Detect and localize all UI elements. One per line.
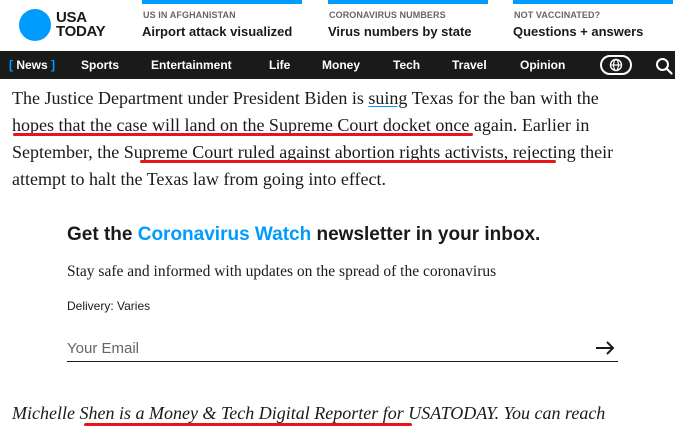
annotation-underline	[140, 160, 556, 163]
highlighted-phrase: Shen is a Money & Tech Digital Reporter	[79, 403, 379, 423]
promo-accent-bar	[513, 0, 673, 4]
newsletter-delivery: Delivery: Varies	[67, 299, 151, 313]
newsletter-submit-button[interactable]	[594, 339, 616, 357]
article-text: Texas for the ban with the	[407, 88, 599, 108]
promo-accent-bar	[142, 0, 302, 4]
logo-circle-icon	[19, 9, 51, 41]
link-suing[interactable]: suing	[368, 88, 407, 108]
newsletter-title-text: Get the	[67, 224, 138, 245]
nav-active-bracket: [	[9, 58, 13, 72]
site-header: USA TODAY US IN AFGHANISTAN Airport atta…	[0, 0, 675, 51]
link-ruled[interactable]: ruled	[238, 142, 275, 162]
promo-title: Airport attack visualized	[142, 24, 293, 39]
nav-item-life[interactable]: Life	[269, 58, 290, 72]
newsletter-title-text: newsletter in your inbox.	[311, 224, 541, 245]
more-sections-button[interactable]	[600, 55, 632, 75]
email-field[interactable]	[67, 336, 618, 362]
nav-item-money[interactable]: Money	[322, 58, 360, 72]
nav-item-label: News	[16, 58, 48, 72]
promo-afghanistan[interactable]: US IN AFGHANISTAN Airport attack visuali…	[142, 0, 302, 51]
nav-item-entertainment[interactable]: Entertainment	[151, 58, 232, 72]
annotation-underline	[13, 133, 473, 136]
newsletter-name: Coronavirus Watch	[137, 224, 312, 245]
promo-coronavirus-numbers[interactable]: CORONAVIRUS NUMBERS Virus numbers by sta…	[328, 0, 488, 51]
promo-title: Questions + answers	[513, 24, 644, 39]
search-button[interactable]	[655, 57, 673, 75]
highlighted-phrase: hopes that the case will land on the Sup…	[12, 115, 431, 135]
nav-item-tech[interactable]: Tech	[393, 58, 420, 72]
author-text: for USATODAY. You can reach	[378, 403, 606, 423]
author-text: Michelle	[12, 403, 80, 423]
article-paragraph: The Justice Department under President B…	[12, 85, 667, 193]
promo-not-vaccinated[interactable]: NOT VACCINATED? Questions + answers	[513, 0, 673, 51]
search-icon	[656, 58, 673, 75]
highlighted-phrase: Supreme Court	[123, 142, 238, 162]
nav-item-travel[interactable]: Travel	[452, 58, 487, 72]
nav-item-sports[interactable]: Sports	[81, 58, 119, 72]
nav-active-bracket: ]	[51, 58, 56, 72]
nav-item-news[interactable]: [ News ]	[9, 58, 55, 72]
main-nav: [ News ] Sports Entertainment Life Money…	[0, 51, 675, 79]
promo-label: NOT VACCINATED?	[514, 10, 601, 20]
article-text: The Justice Department under President B…	[12, 88, 369, 108]
usa-today-logo[interactable]: USA TODAY	[19, 9, 119, 41]
arrow-right-icon	[596, 341, 615, 355]
nav-item-opinion[interactable]: Opinion	[520, 58, 565, 72]
annotation-underline	[84, 423, 412, 426]
promo-label: US IN AFGHANISTAN	[143, 10, 236, 20]
highlighted-text: hopes that the case will land on the Sup…	[12, 115, 431, 135]
newsletter-title: Get the Coronavirus Watch newsletter in …	[67, 224, 540, 246]
logo-text-line2: TODAY	[56, 23, 106, 40]
highlighted-phrase: against abortion rights activists	[274, 142, 504, 162]
highlighted-text: Supreme Court ruled against abortion rig…	[124, 142, 504, 162]
globe-icon	[609, 58, 623, 72]
promo-label: CORONAVIRUS NUMBERS	[329, 10, 446, 20]
promo-accent-bar	[328, 0, 488, 4]
newsletter-subtitle: Stay safe and informed with updates on t…	[67, 263, 497, 280]
promo-title: Virus numbers by state	[328, 24, 472, 39]
